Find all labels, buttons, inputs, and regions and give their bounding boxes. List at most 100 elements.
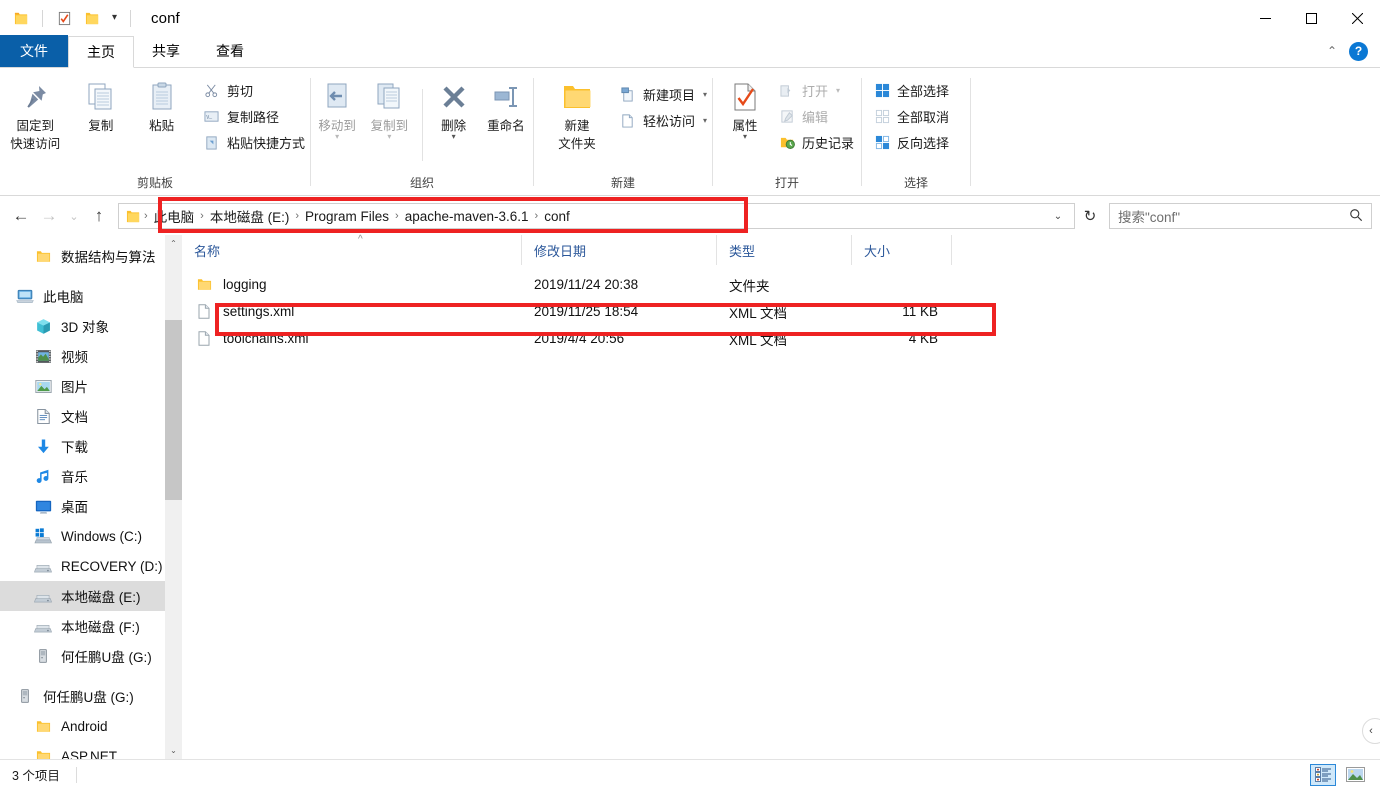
search-box[interactable]: 搜索"conf": [1109, 203, 1372, 229]
folder-icon[interactable]: [10, 7, 32, 29]
sidebar-item-5[interactable]: 图片: [0, 371, 182, 401]
navigation-pane[interactable]: 数据结构与算法此电脑3D 对象视频图片文档下载音乐桌面Windows (C:)R…: [0, 235, 182, 759]
up-button[interactable]: ↑: [86, 203, 112, 229]
nav-scroll-up-button[interactable]: ⌃: [165, 235, 182, 252]
sidebar-item-7[interactable]: 下载: [0, 431, 182, 461]
open-caret-icon[interactable]: ▾: [836, 86, 840, 95]
breadcrumb-bar[interactable]: › 此电脑 › 本地磁盘 (E:) › Program Files › apac…: [118, 203, 1075, 229]
sidebar-item-11[interactable]: RECOVERY (D:): [0, 551, 182, 581]
history-button[interactable]: 历史记录: [773, 130, 859, 154]
sidebar-item-2[interactable]: 此电脑: [0, 281, 182, 311]
column-header-type[interactable]: 类型: [717, 235, 852, 265]
help-button[interactable]: ?: [1349, 42, 1368, 61]
group-label-open: 打开: [713, 173, 861, 195]
sidebar-item-0[interactable]: 数据结构与算法: [0, 241, 182, 271]
copy-path-button[interactable]: \\.. 复制路径: [198, 104, 310, 128]
column-header-name[interactable]: 名称: [182, 235, 522, 265]
tab-view[interactable]: 查看: [198, 35, 262, 67]
sidebar-item-8[interactable]: 音乐: [0, 461, 182, 491]
sidebar-item-14[interactable]: 何任鹏U盘 (G:): [0, 641, 182, 671]
copy-button[interactable]: 复制: [71, 76, 132, 134]
large-icons-view-icon[interactable]: [1342, 764, 1368, 786]
breadcrumb-item-1[interactable]: 本地磁盘 (E:): [205, 206, 295, 226]
breadcrumb-dropdown-icon[interactable]: ⌄: [1046, 211, 1070, 222]
sidebar-item-4[interactable]: 视频: [0, 341, 182, 371]
refresh-button[interactable]: ↻: [1077, 203, 1103, 229]
xml-file-icon: [194, 330, 214, 347]
sidebar-item-9[interactable]: 桌面: [0, 491, 182, 521]
forward-button[interactable]: →: [36, 203, 62, 229]
tab-home[interactable]: 主页: [68, 36, 134, 68]
properties-check-icon[interactable]: [53, 7, 75, 29]
details-view-icon[interactable]: [1310, 764, 1336, 786]
delete-button[interactable]: 删除 ▾: [429, 76, 479, 140]
breadcrumb-item-2[interactable]: Program Files: [300, 209, 394, 224]
back-button[interactable]: ←: [8, 203, 34, 229]
pin-to-quick-access-button[interactable]: 固定到 快速访问: [0, 76, 71, 152]
group-label-select: 选择: [862, 173, 970, 195]
minimize-button[interactable]: [1242, 0, 1288, 36]
file-name-cell[interactable]: toolchains.xml: [182, 330, 522, 347]
close-button[interactable]: [1334, 0, 1380, 36]
file-list-pane[interactable]: 名称 修改日期 类型 大小 ^ logging2019/11/24 20:38文…: [182, 235, 1380, 759]
breadcrumb-item-3[interactable]: apache-maven-3.6.1: [400, 209, 534, 224]
delete-caret-icon[interactable]: ▾: [452, 134, 456, 140]
breadcrumb: › 此电脑 › 本地磁盘 (E:) › Program Files › apac…: [143, 206, 575, 226]
paste-button[interactable]: 粘贴: [131, 76, 192, 134]
edit-button[interactable]: 编辑: [773, 104, 859, 128]
sidebar-item-13[interactable]: 本地磁盘 (F:): [0, 611, 182, 641]
rename-icon: [490, 78, 522, 116]
cut-button[interactable]: 剪切: [198, 78, 310, 102]
table-row[interactable]: logging2019/11/24 20:38文件夹: [182, 271, 1380, 298]
properties-caret-icon[interactable]: ▾: [743, 134, 747, 140]
qat-dropdown-icon[interactable]: ▾: [109, 13, 120, 23]
nav-scroll-down-button[interactable]: ⌄: [165, 742, 182, 759]
copy-icon: [84, 78, 118, 116]
rename-button[interactable]: 重命名: [479, 76, 533, 134]
sidebar-item-12[interactable]: 本地磁盘 (E:): [0, 581, 182, 611]
table-row[interactable]: settings.xml2019/11/25 18:54XML 文档11 KB: [182, 298, 1380, 325]
maximize-button[interactable]: [1288, 0, 1334, 36]
move-to-caret-icon[interactable]: ▾: [335, 134, 339, 140]
sidebar-item-17[interactable]: Android: [0, 711, 182, 741]
select-all-button[interactable]: 全部选择: [868, 78, 954, 102]
windows-drive-icon: [32, 527, 54, 545]
select-none-button[interactable]: 全部取消: [868, 104, 954, 128]
open-button[interactable]: 打开 ▾: [773, 78, 859, 102]
sidebar-item-18[interactable]: ASP.NET: [0, 741, 182, 759]
copy-path-label: 复制路径: [227, 107, 279, 126]
sidebar-item-3[interactable]: 3D 对象: [0, 311, 182, 341]
new-folder-icon[interactable]: [81, 7, 103, 29]
nav-scroll-thumb[interactable]: [165, 320, 182, 500]
easy-access-caret-icon[interactable]: ▾: [703, 116, 707, 125]
column-header-size[interactable]: 大小: [852, 235, 952, 265]
new-folder-button[interactable]: 新建 文件夹: [546, 76, 608, 152]
breadcrumb-item-0[interactable]: 此电脑: [149, 206, 200, 226]
file-name-cell[interactable]: logging: [182, 277, 522, 292]
search-icon[interactable]: [1349, 208, 1363, 225]
copy-to-caret-icon[interactable]: ▾: [387, 134, 391, 140]
sidebar-item-16[interactable]: 何任鹏U盘 (G:): [0, 681, 182, 711]
breadcrumb-item-4[interactable]: conf: [539, 209, 575, 224]
file-name-cell[interactable]: settings.xml: [182, 303, 522, 320]
new-item-caret-icon[interactable]: ▾: [703, 90, 707, 99]
easy-access-button[interactable]: 轻松访问 ▾: [614, 108, 712, 132]
paste-shortcut-button[interactable]: 粘贴快捷方式: [198, 130, 310, 154]
copy-to-button[interactable]: 复制到 ▾: [363, 76, 415, 140]
sidebar-item-6[interactable]: 文档: [0, 401, 182, 431]
table-row[interactable]: toolchains.xml2019/4/4 20:56XML 文档4 KB: [182, 325, 1380, 352]
move-to-button[interactable]: 移动到 ▾: [311, 76, 363, 140]
column-header-date[interactable]: 修改日期: [522, 235, 717, 265]
chevron-up-icon[interactable]: ⌃: [1327, 44, 1337, 58]
new-item-button[interactable]: 新建项目 ▾: [614, 82, 712, 106]
sidebar-item-10[interactable]: Windows (C:): [0, 521, 182, 551]
properties-button[interactable]: 属性 ▾: [721, 76, 769, 140]
tab-share[interactable]: 共享: [134, 35, 198, 67]
tab-file[interactable]: 文件: [0, 35, 68, 67]
recent-locations-button[interactable]: ⌄: [64, 203, 84, 229]
chevron-left-icon[interactable]: ‹: [1362, 718, 1380, 744]
nav-scrollbar[interactable]: ⌃ ⌄: [165, 235, 182, 759]
search-input[interactable]: 搜索"conf": [1118, 206, 1349, 226]
select-all-label: 全部选择: [897, 81, 949, 100]
invert-selection-button[interactable]: 反向选择: [868, 130, 954, 154]
